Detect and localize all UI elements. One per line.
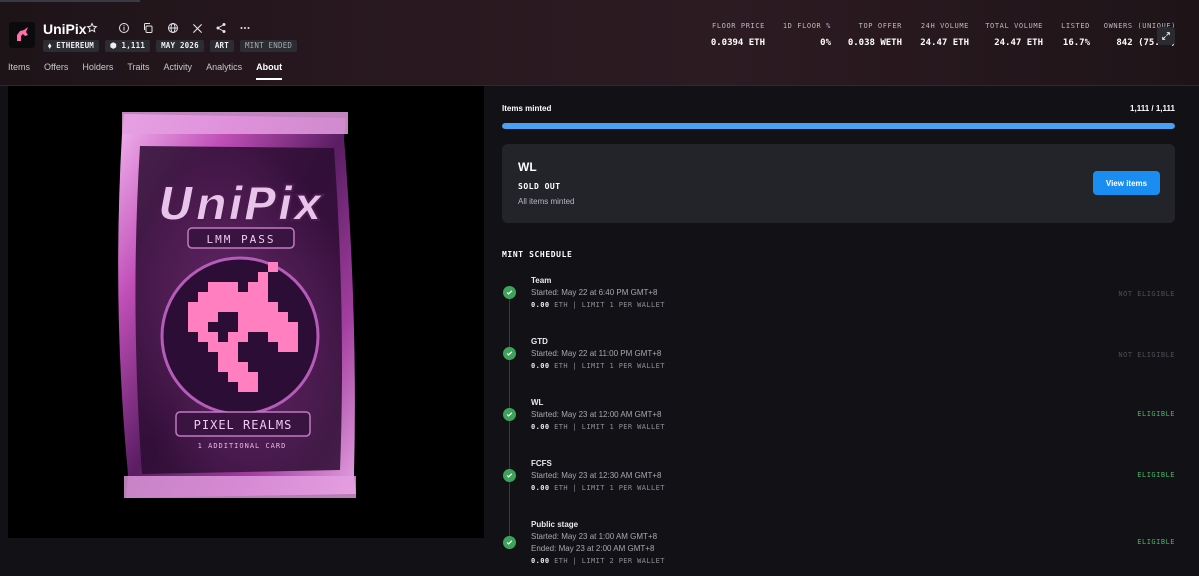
check-icon bbox=[503, 286, 516, 299]
stat-top-offer: TOP OFFER 0.038 WETH bbox=[847, 22, 902, 48]
pack-banner: PIXEL REALMS bbox=[194, 418, 293, 432]
collection-badges: ⬧ ETHEREUM ⬢ 1,111 MAY 2026 ART MINT END… bbox=[43, 40, 298, 52]
stage-price: 0.00 ETH | LIMIT 1 PER WALLET bbox=[531, 301, 665, 309]
check-icon bbox=[503, 469, 516, 482]
x-twitter-icon[interactable] bbox=[189, 20, 205, 36]
copy-icon[interactable] bbox=[140, 20, 156, 36]
collection-artwork: UniPix LMM PASS PIXEL REALMS 1 ADDITIONA… bbox=[8, 86, 484, 538]
tab-about[interactable]: About bbox=[256, 62, 283, 80]
stage-name: FCFS bbox=[531, 459, 552, 468]
mint-status-badge: MINT ENDED bbox=[239, 40, 298, 52]
stage-price: 0.00 ETH | LIMIT 1 PER WALLET bbox=[531, 484, 665, 492]
date-badge: MAY 2026 bbox=[156, 40, 204, 52]
stage-status: SOLD OUT bbox=[518, 182, 561, 191]
share-icon[interactable] bbox=[213, 20, 229, 36]
eligibility-status: ELIGIBLE bbox=[1137, 471, 1175, 479]
items-icon: ⬢ bbox=[110, 41, 122, 50]
tab-offers[interactable]: Offers bbox=[44, 62, 68, 80]
check-icon bbox=[503, 347, 516, 360]
stage-price: 0.00 ETH | LIMIT 2 PER WALLET bbox=[531, 557, 665, 565]
eligibility-status: NOT ELIGIBLE bbox=[1118, 351, 1175, 359]
tab-items[interactable]: Items bbox=[8, 62, 30, 80]
stage-start: Started: May 23 at 12:00 AM GMT+8 bbox=[531, 410, 662, 419]
pack-footer: 1 ADDITIONAL CARD bbox=[198, 442, 287, 450]
stat-listed: LISTED 16.7% bbox=[1061, 22, 1090, 48]
collection-logo bbox=[9, 22, 35, 48]
tab-activity[interactable]: Activity bbox=[164, 62, 193, 80]
card-pack-image: UniPix LMM PASS PIXEL REALMS 1 ADDITIONA… bbox=[118, 112, 357, 498]
items-minted-count: 1,111 / 1,111 bbox=[1130, 104, 1175, 113]
stage-price: 0.00 ETH | LIMIT 1 PER WALLET bbox=[531, 362, 665, 370]
more-icon[interactable] bbox=[237, 20, 253, 36]
check-icon bbox=[503, 536, 516, 549]
globe-icon[interactable] bbox=[165, 20, 181, 36]
tab-traits[interactable]: Traits bbox=[127, 62, 149, 80]
stage-start: Started: May 23 at 1:00 AM GMT+8 bbox=[531, 532, 658, 541]
check-icon bbox=[503, 408, 516, 421]
stat-1d-floor: 1D FLOOR % 0% bbox=[782, 22, 831, 48]
current-stage-card: WL SOLD OUT All items minted View items bbox=[502, 144, 1175, 223]
items-minted-label: Items minted bbox=[502, 104, 552, 113]
expand-icon bbox=[1162, 32, 1170, 40]
eligibility-status: ELIGIBLE bbox=[1137, 538, 1175, 546]
stage-name: WL bbox=[518, 160, 537, 174]
tab-analytics[interactable]: Analytics bbox=[206, 62, 242, 80]
stat-total-volume: TOTAL VOLUME 24.47 ETH bbox=[985, 22, 1043, 48]
stage-subtext: All items minted bbox=[518, 197, 575, 206]
view-items-button[interactable]: View items bbox=[1093, 171, 1160, 195]
items-count-badge: ⬢ 1,111 bbox=[105, 40, 151, 52]
top-strip bbox=[0, 0, 140, 2]
collection-tabs: Items Offers Holders Traits Activity Ana… bbox=[8, 62, 296, 80]
expand-button[interactable] bbox=[1157, 27, 1175, 45]
stage-name: Team bbox=[531, 276, 552, 285]
eligibility-status: NOT ELIGIBLE bbox=[1118, 290, 1175, 298]
stat-24h-volume: 24H VOLUME 24.47 ETH bbox=[920, 22, 969, 48]
stage-start: Started: May 22 at 11:00 PM GMT+8 bbox=[531, 349, 662, 358]
pack-title: UniPix bbox=[157, 177, 323, 231]
pack-subtitle: LMM PASS bbox=[207, 233, 276, 246]
stage-end: Ended: May 23 at 2:00 AM GMT+8 bbox=[531, 544, 655, 553]
eligibility-status: ELIGIBLE bbox=[1137, 410, 1175, 418]
chain-badge: ⬧ ETHEREUM bbox=[43, 40, 100, 52]
collection-stats: FLOOR PRICE 0.0394 ETH 1D FLOOR % 0% TOP O… bbox=[639, 22, 1199, 62]
category-badge: ART bbox=[209, 40, 234, 52]
collection-header: UniPix ⬧ ETHEREUM ⬢ 1,111 MAY 2026 ART M… bbox=[0, 0, 1199, 86]
star-icon[interactable] bbox=[84, 20, 100, 36]
stage-price: 0.00 ETH | LIMIT 1 PER WALLET bbox=[531, 423, 665, 431]
collection-name: UniPix bbox=[43, 21, 87, 37]
mint-schedule-title: MINT SCHEDULE bbox=[502, 250, 573, 259]
items-minted-row: Items minted 1,111 / 1,111 bbox=[502, 104, 1175, 113]
stage-name: Public stage bbox=[531, 520, 579, 529]
info-icon[interactable] bbox=[116, 20, 132, 36]
stage-name: GTD bbox=[531, 337, 548, 346]
stage-start: Started: May 22 at 6:40 PM GMT+8 bbox=[531, 288, 658, 297]
stage-start: Started: May 23 at 12:30 AM GMT+8 bbox=[531, 471, 662, 480]
stage-name: WL bbox=[531, 398, 544, 407]
mint-progress-bar bbox=[502, 123, 1175, 129]
mint-progress-fill bbox=[502, 123, 1175, 129]
stat-floor-price: FLOOR PRICE 0.0394 ETH bbox=[710, 22, 765, 48]
tab-holders[interactable]: Holders bbox=[82, 62, 113, 80]
